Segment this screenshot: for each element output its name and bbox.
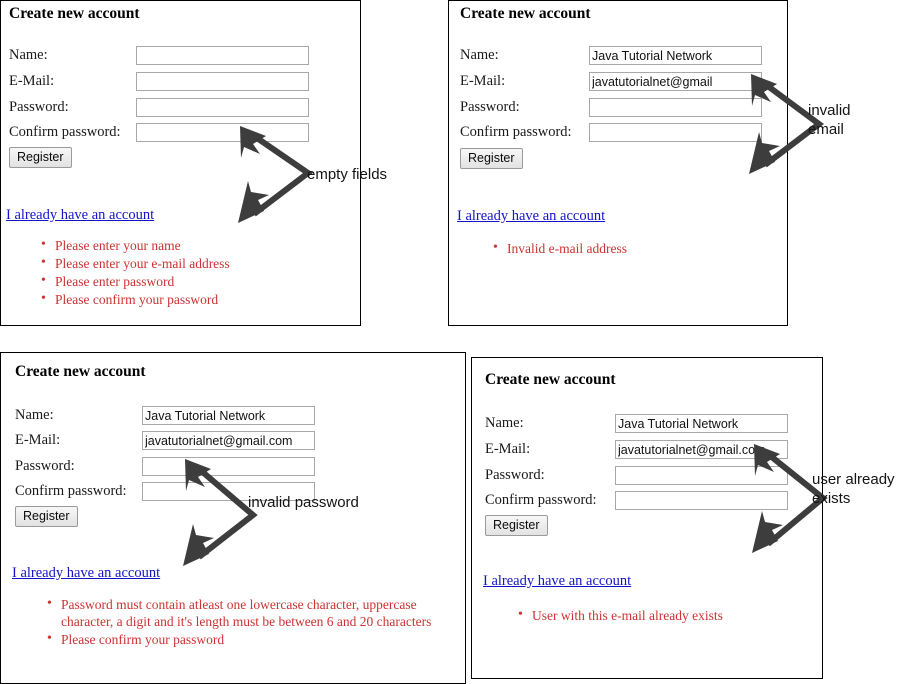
- annotation-user-exists: user already exists: [812, 471, 895, 507]
- error-list: Invalid e-mail address: [471, 239, 793, 258]
- password-input[interactable]: [142, 457, 315, 476]
- field-row-password: Password:: [15, 457, 335, 476]
- error-item: Please confirm your password: [47, 630, 465, 648]
- name-input[interactable]: [142, 406, 315, 425]
- field-row-name: Name:: [485, 414, 805, 433]
- email-input[interactable]: [136, 72, 309, 91]
- already-have-account-link[interactable]: I already have an account: [12, 565, 160, 582]
- error-item: Please enter your e-mail address: [41, 254, 361, 272]
- panel-invalid-password: Create new account Name: E-Mail: Passwor…: [0, 352, 466, 684]
- email-label: E-Mail:: [9, 73, 55, 89]
- field-row-email: E-Mail:: [485, 440, 805, 459]
- panel-user-exists: Create new account Name: E-Mail: Passwor…: [471, 357, 823, 679]
- error-item: Please enter your name: [41, 236, 361, 254]
- password-input[interactable]: [615, 466, 788, 485]
- confirm-password-input[interactable]: [615, 491, 788, 510]
- name-label: Name:: [15, 407, 54, 423]
- register-button[interactable]: Register: [15, 506, 78, 527]
- confirm-password-input[interactable]: [589, 123, 762, 142]
- confirm-password-input[interactable]: [136, 123, 309, 142]
- page-title: Create new account: [460, 5, 591, 22]
- already-have-account-link[interactable]: I already have an account: [457, 208, 605, 225]
- error-item: User with this e-mail already exists: [518, 606, 828, 624]
- register-button[interactable]: Register: [460, 148, 523, 169]
- field-row-email: E-Mail:: [9, 72, 309, 91]
- email-input[interactable]: [589, 72, 762, 91]
- email-label: E-Mail:: [460, 73, 506, 89]
- field-row-name: Name:: [9, 46, 309, 65]
- name-label: Name:: [460, 47, 499, 63]
- error-item: Password must contain atleast one lowerc…: [47, 595, 465, 630]
- field-row-confirm-password: Confirm password:: [485, 491, 805, 510]
- name-input[interactable]: [615, 414, 788, 433]
- email-input[interactable]: [615, 440, 788, 459]
- password-input[interactable]: [589, 98, 762, 117]
- password-label: Password:: [9, 99, 69, 115]
- page-title: Create new account: [485, 371, 616, 388]
- password-label: Password:: [15, 458, 75, 474]
- confirm-password-label: Confirm password:: [15, 483, 127, 499]
- annotation-invalid-email: invalid email: [808, 102, 851, 138]
- annotation-invalid-password: invalid password: [248, 494, 359, 511]
- error-item: Invalid e-mail address: [493, 239, 793, 257]
- register-button[interactable]: Register: [485, 515, 548, 536]
- field-row-password: Password:: [460, 98, 770, 117]
- confirm-password-label: Confirm password:: [9, 124, 121, 140]
- error-list: User with this e-mail already exists: [496, 606, 828, 625]
- field-row-email: E-Mail:: [15, 431, 335, 450]
- page-title: Create new account: [9, 5, 140, 22]
- email-label: E-Mail:: [485, 441, 531, 457]
- error-list: Password must contain atleast one lowerc…: [25, 595, 465, 649]
- field-row-name: Name:: [15, 406, 335, 425]
- name-input[interactable]: [589, 46, 762, 65]
- confirm-password-label: Confirm password:: [460, 124, 572, 140]
- page-title: Create new account: [15, 363, 146, 380]
- password-input[interactable]: [136, 98, 309, 117]
- register-button[interactable]: Register: [9, 147, 72, 168]
- confirm-password-label: Confirm password:: [485, 492, 597, 508]
- field-row-password: Password:: [485, 466, 805, 485]
- already-have-account-link[interactable]: I already have an account: [6, 207, 154, 224]
- error-list: Please enter your name Please enter your…: [19, 236, 361, 309]
- password-label: Password:: [460, 99, 520, 115]
- field-row-name: Name:: [460, 46, 770, 65]
- error-item: Please confirm your password: [41, 290, 361, 308]
- panel-invalid-email: Create new account Name: E-Mail: Passwor…: [448, 0, 788, 326]
- annotation-empty-fields: empty fields: [307, 166, 388, 183]
- name-input[interactable]: [136, 46, 309, 65]
- field-row-confirm-password: Confirm password:: [460, 123, 770, 142]
- already-have-account-link[interactable]: I already have an account: [483, 573, 631, 590]
- field-row-confirm-password: Confirm password:: [9, 123, 309, 142]
- name-label: Name:: [9, 47, 48, 63]
- field-row-password: Password:: [9, 98, 309, 117]
- email-label: E-Mail:: [15, 432, 61, 448]
- email-input[interactable]: [142, 431, 315, 450]
- error-item: Please enter password: [41, 272, 361, 290]
- field-row-email: E-Mail:: [460, 72, 770, 91]
- panel-empty-fields: Create new account Name: E-Mail: Passwor…: [0, 0, 361, 326]
- password-label: Password:: [485, 467, 545, 483]
- name-label: Name:: [485, 415, 524, 431]
